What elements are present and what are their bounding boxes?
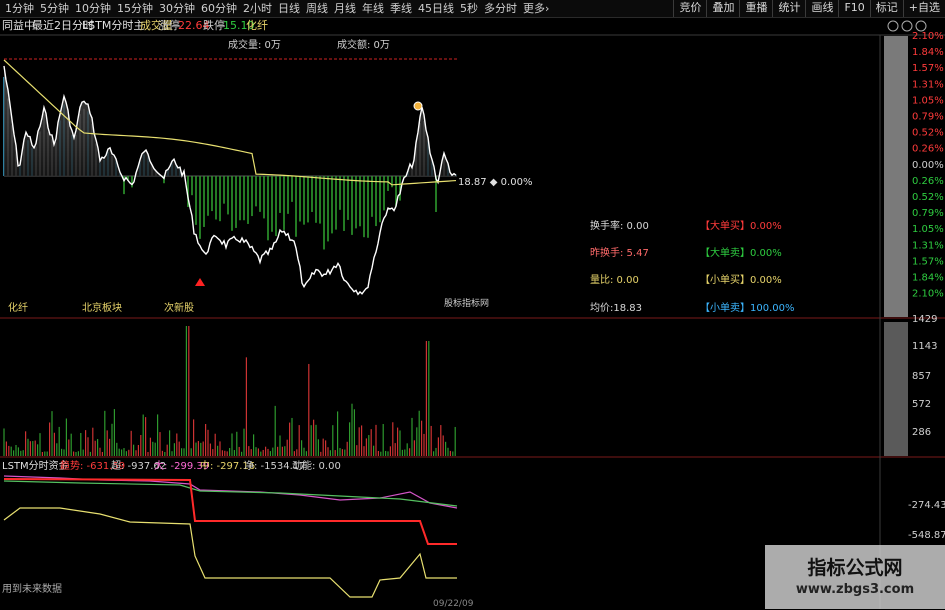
pct-axis-label: 0.00% xyxy=(912,160,944,171)
site-watermark: 指标公式网 www.zbgs3.com xyxy=(765,545,945,609)
pct-axis-label: 0.52% xyxy=(912,128,944,139)
pct-axis-label: 2.10% xyxy=(912,31,944,42)
prev-turnover: 昨换手: 5.47 xyxy=(590,248,649,259)
small-order-sell: 【小单卖】100.00% xyxy=(700,303,795,314)
settings-icon xyxy=(901,20,913,32)
sell-signal-icon xyxy=(413,101,423,111)
fund-indicator-name[interactable]: LSTM分时资金 xyxy=(2,461,69,473)
pct-axis-label: 1.05% xyxy=(912,224,944,235)
volume-axis-strip xyxy=(884,322,908,456)
fund-axis-label: -274.43 xyxy=(908,500,945,511)
buy-signal-icon xyxy=(195,278,205,286)
watermark-url: www.zbgs3.com xyxy=(795,582,915,597)
volume-axis-label: 1143 xyxy=(912,341,937,352)
pct-axis-label: 1.57% xyxy=(912,256,944,267)
turnover-rate: 换手率: 0.00 xyxy=(590,221,649,232)
pct-axis-label: 0.79% xyxy=(912,112,944,123)
pct-axis-label: 0.79% xyxy=(912,208,944,219)
small-watermark: 股标指标网 xyxy=(444,299,490,309)
mid-order-line xyxy=(3,480,458,507)
pct-axis-label: 0.26% xyxy=(912,176,944,187)
pct-axis-label: 2.10% xyxy=(912,289,944,300)
average-price: 均价:18.83 xyxy=(590,303,642,314)
price-vol-header: 成交量: 0万 xyxy=(228,40,281,51)
pct-axis-label: 1.31% xyxy=(912,79,944,90)
pct-axis-label: 1.84% xyxy=(912,273,944,284)
small-order-buy: 【小单买】0.00% xyxy=(700,275,782,286)
price-amount-header: 成交额: 0万 xyxy=(337,40,390,51)
minimize-icon xyxy=(887,20,899,32)
volume-axis-label: 857 xyxy=(912,371,931,382)
pct-axis-label: 1.05% xyxy=(912,95,944,106)
current-price-marker: 18.87 ◆ 0.00% xyxy=(458,177,533,188)
big-order-sell: 【大单卖】0.00% xyxy=(700,248,782,259)
pct-axis-label: 1.84% xyxy=(912,47,944,58)
volume-ratio: 量比: 0.00 xyxy=(590,275,639,286)
future-data-note: 用到未来数据 xyxy=(2,584,62,595)
price-area-fill xyxy=(4,65,457,176)
date-label: 09/22/09 xyxy=(433,599,474,609)
board-tag-region[interactable]: 北京板块 xyxy=(82,303,122,315)
pct-axis-label: 1.57% xyxy=(912,63,944,74)
watermark-title: 指标公式网 xyxy=(807,557,903,579)
fund-momentum: 动能: 0.00 xyxy=(292,461,341,472)
volume-axis-label: 572 xyxy=(912,399,931,410)
trend-line xyxy=(3,478,457,545)
board-tag-concept[interactable]: 次新股 xyxy=(164,303,194,315)
close-icon xyxy=(915,20,927,32)
volume-axis-label: 1429 xyxy=(912,314,937,325)
big-order-buy: 【大单买】0.00% xyxy=(700,221,782,232)
pct-axis-label: 1.31% xyxy=(912,240,944,251)
price-axis-strip xyxy=(884,36,908,317)
pct-axis-label: 0.26% xyxy=(912,144,944,155)
board-tag-industry[interactable]: 化纤 xyxy=(8,303,28,315)
fund-axis-label: -548.87 xyxy=(908,530,945,541)
pct-axis-label: 0.52% xyxy=(912,192,944,203)
volume-axis-label: 286 xyxy=(912,427,931,438)
